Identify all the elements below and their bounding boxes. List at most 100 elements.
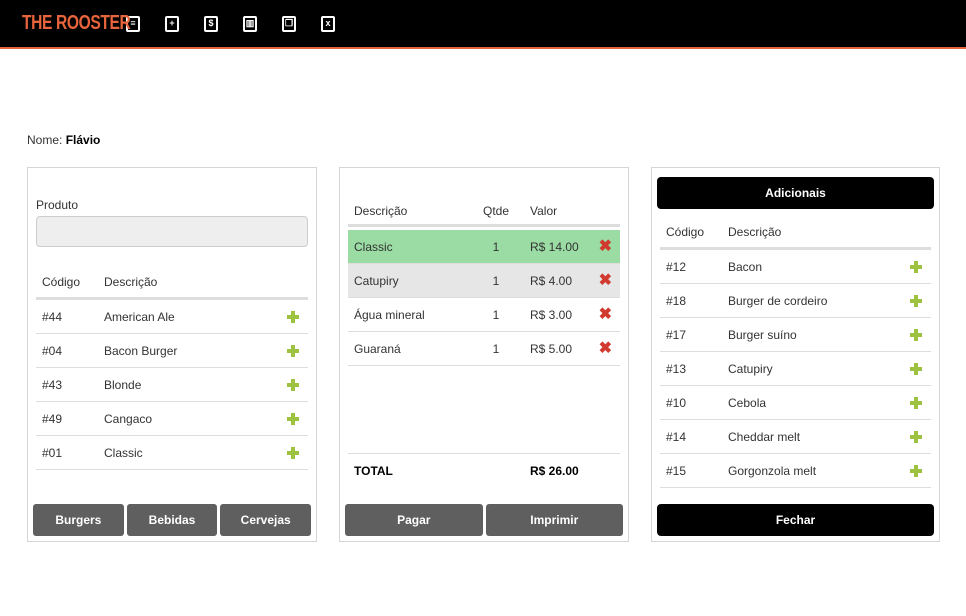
row-description: Burger suíno [728,327,797,342]
row-description: Gorgonzola melt [728,463,817,478]
plus-icon [287,446,299,459]
table-header: Descrição Qtde Valor [348,198,620,227]
plus-icon [287,378,299,391]
cervejas-button[interactable]: Cervejas [220,504,312,536]
add-icon[interactable]: + [165,15,179,32]
col-codigo: Código [666,224,705,239]
brand-logo[interactable]: THE ROOSTER [22,12,131,35]
table-row[interactable]: #15 Gorgonzola melt [660,454,931,488]
table-row[interactable]: Guaraná 1 R$ 5.00 ✖ [348,332,620,366]
remove-button[interactable]: ✖ [586,271,620,289]
produtos-table: Código Descrição #44 American Ale #04 Bacon… [36,266,308,470]
remove-icon: ✖ [598,271,612,289]
row-description: Água mineral [354,307,425,322]
row-value: R$ 5.00 [530,341,573,356]
nav-icons: ≡ + $ ▥ ❐ x [126,15,360,32]
adicionais-buttons: Fechar [657,504,934,536]
row-code: #44 [42,309,63,324]
order-total-row: TOTAL R$ 26.00 [348,453,620,487]
table-row[interactable]: #49 Cangaco [36,402,308,436]
table-row[interactable]: #44 American Ale [36,300,308,334]
produto-search-input[interactable] [36,216,308,247]
adicionais-table: Código Descrição #12 Bacon #18 Burger de co… [660,216,931,488]
table-row[interactable]: #43 Blonde [36,368,308,402]
plus-icon [910,260,922,273]
row-code: #18 [666,293,687,308]
col-descricao: Descrição [354,204,408,218]
money-icon[interactable]: $ [204,15,218,32]
order-buttons: Pagar Imprimir [345,504,623,536]
remove-button[interactable]: ✖ [586,237,620,255]
remove-icon: ✖ [598,237,612,255]
col-descricao: Descrição [728,224,782,239]
add-button[interactable] [901,464,931,477]
total-label: TOTAL [354,463,393,478]
row-description: Cangaco [104,411,153,426]
table-row[interactable]: #13 Catupiry [660,352,931,386]
plus-icon [287,310,299,323]
plus-icon [910,430,922,443]
row-code: #14 [666,429,687,444]
add-button[interactable] [278,310,308,323]
row-code: #13 [666,361,687,376]
row-code: #12 [666,259,687,274]
pagar-button[interactable]: Pagar [345,504,483,536]
table-row[interactable]: #04 Bacon Burger [36,334,308,368]
table-row[interactable]: #12 Bacon [660,250,931,284]
plus-icon [910,362,922,375]
pedido-panel: Descrição Qtde Valor TOTAL R$ 26.00 Paga… [339,167,629,542]
table-row[interactable]: Classic 1 R$ 14.00 ✖ [348,230,620,264]
add-button[interactable] [901,260,931,273]
plus-icon [287,344,299,357]
copy-icon[interactable]: ❐ [282,15,296,32]
adicionais-title: Adicionais [657,177,934,209]
add-button[interactable] [901,430,931,443]
table-header: Código Descrição [36,266,308,300]
remove-button[interactable]: ✖ [586,340,620,357]
produto-label: Produto [36,198,79,212]
row-value: R$ 14.00 [530,239,579,254]
plus-icon [287,412,299,425]
add-button[interactable] [901,294,931,307]
row-description: American Ale [104,309,175,324]
table-row[interactable]: #14 Cheddar melt [660,420,931,454]
add-button[interactable] [901,362,931,375]
table-row[interactable]: #10 Cebola [660,386,931,420]
row-description: Bacon Burger [104,343,178,358]
close-doc-icon[interactable]: x [321,15,335,32]
remove-button[interactable]: ✖ [586,306,620,323]
add-button[interactable] [278,446,308,459]
plus-icon [910,328,922,341]
row-value: R$ 3.00 [530,307,573,322]
row-description: Catupiry [728,361,773,376]
add-button[interactable] [901,328,931,341]
add-button[interactable] [278,344,308,357]
chart-icon[interactable]: ▥ [243,15,257,32]
table-row[interactable]: Catupiry 1 R$ 4.00 ✖ [348,264,620,298]
fechar-button[interactable]: Fechar [657,504,934,536]
col-descricao: Descrição [104,274,158,289]
row-description: Catupiry [354,273,399,288]
adicionais-panel: Adicionais Código Descrição #12 Bacon #18 B… [651,167,940,542]
row-description: Burger de cordeiro [728,293,828,308]
bebidas-button[interactable]: Bebidas [126,504,218,536]
table-row[interactable]: #17 Burger suíno [660,318,931,352]
plus-icon [910,396,922,409]
row-description: Blonde [104,377,142,392]
table-row[interactable]: #01 Classic [36,436,308,470]
burgers-button[interactable]: Burgers [33,504,124,536]
col-codigo: Código [42,274,81,289]
row-quantity: 1 [492,273,500,288]
add-button[interactable] [278,412,308,425]
row-code: #49 [42,411,63,426]
add-button[interactable] [278,378,308,391]
row-quantity: 1 [492,239,500,254]
customer-value: Flávio [65,133,101,147]
customer-name: Nome: Flávio [27,133,100,147]
imprimir-button[interactable]: Imprimir [485,504,623,536]
table-row[interactable]: #18 Burger de cordeiro [660,284,931,318]
row-code: #04 [42,343,63,358]
add-button[interactable] [901,396,931,409]
col-qtde: Qtde [482,204,509,218]
table-row[interactable]: Água mineral 1 R$ 3.00 ✖ [348,298,620,332]
